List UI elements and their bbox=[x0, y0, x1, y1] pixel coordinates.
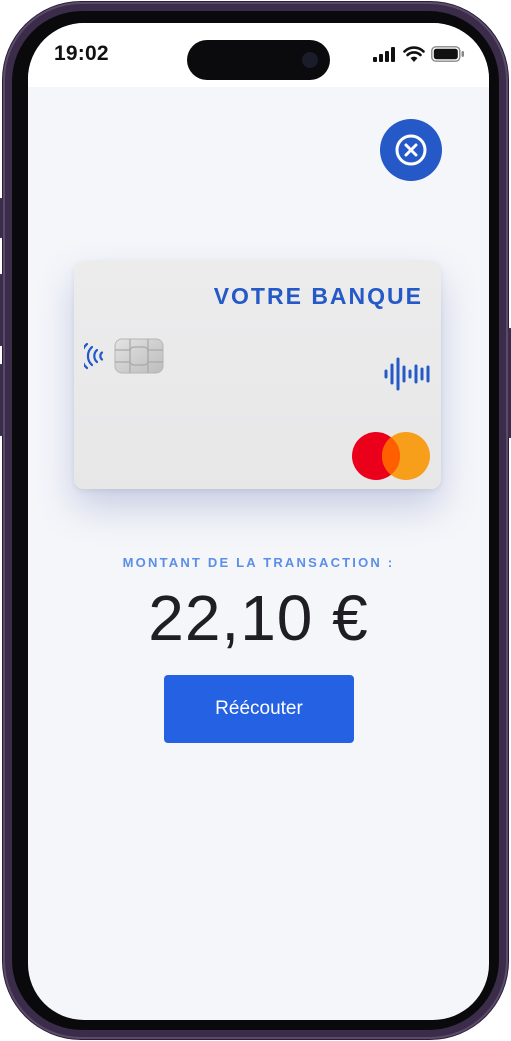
volume-up-button bbox=[0, 274, 3, 346]
close-button[interactable] bbox=[380, 119, 442, 181]
volume-down-button bbox=[0, 364, 3, 436]
contactless-icon bbox=[84, 342, 104, 370]
status-bar: 19:02 bbox=[28, 23, 489, 87]
wifi-icon bbox=[403, 46, 425, 62]
transaction-amount-label: MONTANT DE LA TRANSACTION : bbox=[122, 555, 395, 570]
mastercard-logo bbox=[352, 432, 430, 480]
action-button bbox=[0, 198, 3, 238]
status-icons bbox=[373, 46, 465, 62]
phone-frame: 19:02 VOTRE BANQUE MONTANT DE LA TRANSAC… bbox=[0, 2, 511, 1039]
sound-wave-icon bbox=[384, 357, 430, 391]
bank-card: VOTRE BANQUE bbox=[74, 261, 441, 489]
close-icon bbox=[395, 134, 427, 166]
screen: 19:02 VOTRE BANQUE MONTANT DE LA TRANSAC… bbox=[28, 23, 489, 1020]
bank-name: VOTRE BANQUE bbox=[213, 283, 423, 309]
chip-icon bbox=[114, 338, 164, 374]
replay-button[interactable]: Réécouter bbox=[164, 675, 354, 743]
status-time: 19:02 bbox=[54, 42, 109, 65]
battery-icon bbox=[431, 46, 464, 62]
transaction-amount: 22,10 € bbox=[148, 582, 369, 654]
camera-icon bbox=[302, 52, 318, 68]
signal-icon bbox=[373, 46, 395, 62]
dynamic-island bbox=[187, 40, 330, 80]
